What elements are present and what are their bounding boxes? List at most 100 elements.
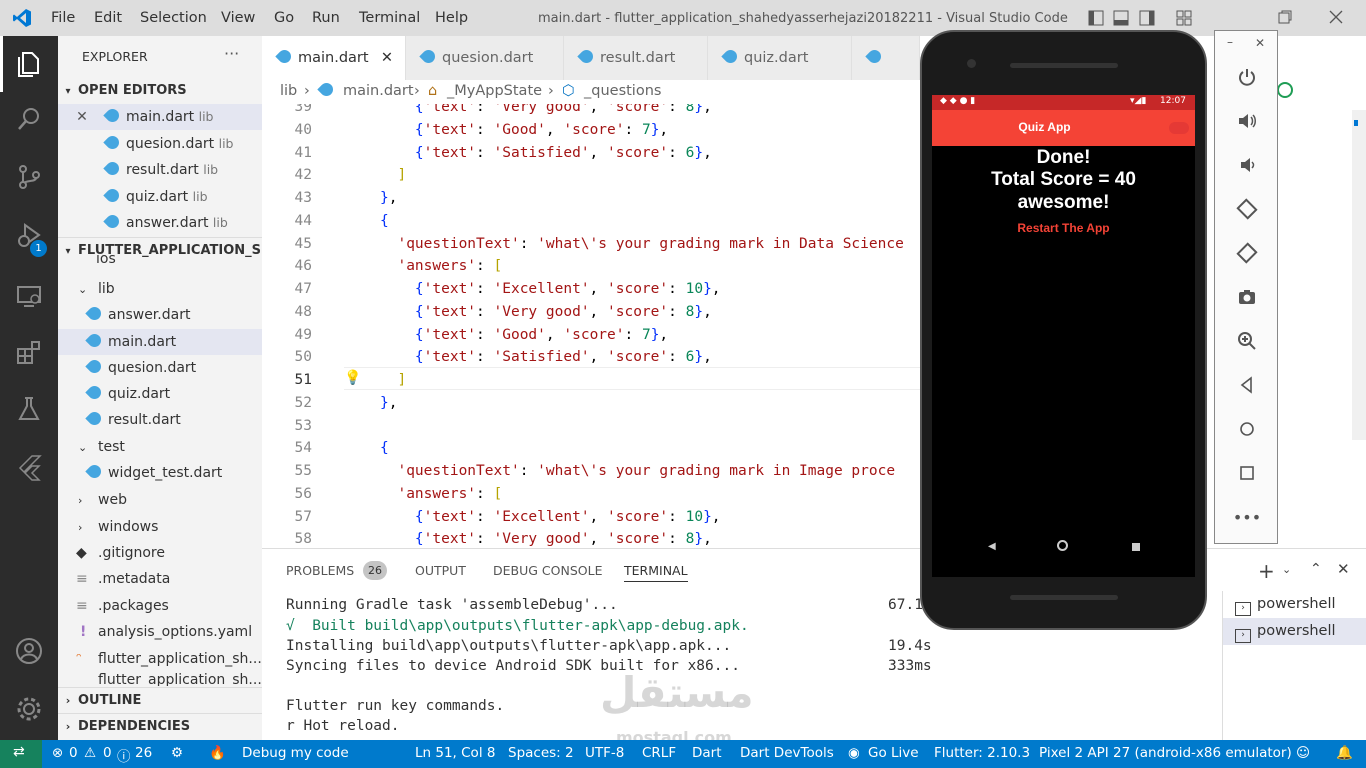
tree-file[interactable]: widget_test.dart xyxy=(58,460,262,486)
tab-result-dart[interactable]: result.dart xyxy=(564,36,708,80)
tree-folder-ios[interactable]: ios xyxy=(58,255,262,269)
tree-folder-windows[interactable]: › windows xyxy=(58,514,262,540)
rotate-left-icon[interactable] xyxy=(1215,195,1279,223)
new-terminal-icon[interactable]: + xyxy=(1258,559,1275,583)
nav-back-icon[interactable]: ◀ xyxy=(988,541,996,552)
more-actions-icon[interactable]: ··· xyxy=(224,44,239,63)
remote-indicator[interactable]: ⇄ xyxy=(0,740,42,768)
open-editors-header[interactable]: ▾ OPEN EDITORS xyxy=(58,78,262,104)
feedback-icon[interactable]: ☺ xyxy=(1296,745,1310,761)
tree-folder-test[interactable]: ⌄ test xyxy=(58,434,262,460)
menu-selection[interactable]: Selection xyxy=(140,10,207,26)
volume-down-icon[interactable] xyxy=(1215,151,1279,179)
flutter-version[interactable]: Flutter: 2.10.3 xyxy=(934,745,1030,761)
testing-icon[interactable] xyxy=(14,394,44,424)
tree-file[interactable]: ≡ .metadata xyxy=(58,566,262,592)
tree-file-selected[interactable]: main.dart xyxy=(58,329,262,355)
close-window-icon[interactable] xyxy=(1328,9,1344,29)
tab-quiz-dart[interactable]: quiz.dart xyxy=(708,36,852,80)
tab-terminal[interactable]: TERMINAL xyxy=(624,563,688,582)
tree-file[interactable]: ≡ .packages xyxy=(58,593,262,619)
nav-overview-icon[interactable] xyxy=(1132,543,1140,551)
tree-file[interactable]: ᵔ flutter_application_sh... xyxy=(58,646,262,672)
tree-file[interactable]: ◆ .gitignore xyxy=(58,540,262,566)
back-icon[interactable] xyxy=(1215,371,1279,399)
notifications-bell-icon[interactable]: 🔔 xyxy=(1336,745,1353,761)
tab-quesion-dart[interactable]: quesion.dart xyxy=(406,36,564,80)
open-editor-item[interactable]: quiz.dart lib xyxy=(58,184,262,210)
menu-edit[interactable]: Edit xyxy=(94,10,122,26)
accounts-icon[interactable] xyxy=(14,636,44,666)
tree-file[interactable]: ! analysis_options.yaml xyxy=(58,619,262,645)
volume-up-icon[interactable] xyxy=(1215,107,1279,135)
tab-debug-console[interactable]: DEBUG CONSOLE xyxy=(493,563,602,578)
outline-header[interactable]: › OUTLINE xyxy=(58,687,262,713)
line-endings[interactable]: CRLF xyxy=(642,745,676,761)
rotate-right-icon[interactable] xyxy=(1215,239,1279,267)
close-tab-icon[interactable]: ✕ xyxy=(381,36,393,80)
errors-icon[interactable]: ⊗ xyxy=(52,745,63,761)
language-mode[interactable]: Dart xyxy=(692,745,722,761)
breadcrumb-file[interactable]: main.dart xyxy=(343,80,414,102)
open-editor-item[interactable]: answer.dart lib xyxy=(58,210,262,236)
tree-file[interactable]: result.dart xyxy=(58,407,262,433)
tab-output[interactable]: OUTPUT xyxy=(415,563,466,578)
layout-icon[interactable] xyxy=(1176,10,1192,30)
source-control-icon[interactable] xyxy=(14,162,44,192)
warnings-icon[interactable]: ⚠ xyxy=(84,745,96,761)
toggle-secondary-sidebar-icon[interactable] xyxy=(1139,10,1155,30)
nav-home-icon[interactable] xyxy=(1057,540,1068,551)
debug-icon[interactable]: ⚙ xyxy=(171,745,183,761)
zoom-icon[interactable] xyxy=(1215,327,1279,355)
encoding[interactable]: UTF-8 xyxy=(585,745,624,761)
extensions-icon[interactable] xyxy=(14,338,44,368)
code-editor[interactable]: 💡 39 {'text': 'Very good', 'score': 8}, 4… xyxy=(262,104,920,548)
minimap[interactable] xyxy=(1352,110,1366,440)
tree-folder-web[interactable]: › web xyxy=(58,487,262,513)
info-icon[interactable]: ⓘ xyxy=(117,745,131,765)
minimize-emulator-icon[interactable]: – xyxy=(1227,35,1233,49)
breadcrumb-class[interactable]: _MyAppState xyxy=(447,80,542,102)
explorer-icon[interactable] xyxy=(14,48,44,78)
tab-main-dart[interactable]: main.dart ✕ xyxy=(262,36,406,80)
more-options-icon[interactable]: ••• xyxy=(1215,503,1279,531)
restart-app-button[interactable]: Restart The App xyxy=(932,221,1195,235)
terminal-list-item[interactable]: › powershell xyxy=(1223,591,1366,618)
tree-file[interactable]: flutter_application_sh... xyxy=(58,672,262,686)
tab-problems[interactable]: PROBLEMS xyxy=(286,563,354,578)
menu-view[interactable]: View xyxy=(221,10,255,26)
chevron-down-icon[interactable]: ⌄ xyxy=(1282,563,1291,576)
menu-file[interactable]: File xyxy=(51,10,75,26)
tree-file[interactable]: quiz.dart xyxy=(58,381,262,407)
dart-devtools[interactable]: Dart DevTools xyxy=(740,745,834,761)
terminal-list-item-active[interactable]: › powershell xyxy=(1223,618,1366,645)
go-live[interactable]: Go Live xyxy=(868,745,919,761)
remote-explorer-icon[interactable] xyxy=(14,281,44,311)
tab-answer-dart[interactable]: answ xyxy=(852,36,920,110)
restore-window-icon[interactable] xyxy=(1277,9,1293,29)
breadcrumb-lib[interactable]: lib xyxy=(280,80,297,102)
indentation[interactable]: Spaces: 2 xyxy=(508,745,574,761)
cursor-position[interactable]: Ln 51, Col 8 xyxy=(415,745,495,761)
open-editor-item[interactable]: ✕ main.dart lib xyxy=(58,104,262,130)
close-emulator-icon[interactable]: ✕ xyxy=(1255,36,1265,50)
tree-file[interactable]: quesion.dart xyxy=(58,355,262,381)
maximize-panel-icon[interactable]: ⌃ xyxy=(1310,561,1322,577)
menu-terminal[interactable]: Terminal xyxy=(359,10,420,26)
tree-file[interactable]: answer.dart xyxy=(58,302,262,328)
search-icon[interactable] xyxy=(14,104,44,134)
home-icon[interactable] xyxy=(1215,415,1279,443)
menu-help[interactable]: Help xyxy=(435,10,468,26)
flutter-icon[interactable] xyxy=(14,452,44,482)
close-panel-icon[interactable]: ✕ xyxy=(1337,560,1350,578)
debug-config[interactable]: Debug my code xyxy=(242,745,349,761)
settings-gear-icon[interactable] xyxy=(14,694,44,724)
menu-go[interactable]: Go xyxy=(274,10,294,26)
open-editor-item[interactable]: result.dart lib xyxy=(58,157,262,183)
breadcrumb-field[interactable]: _questions xyxy=(584,80,661,102)
camera-icon[interactable] xyxy=(1215,283,1279,311)
overview-icon[interactable] xyxy=(1215,459,1279,487)
emulator-screen[interactable]: ◆ ◆ ● ▮ ▾◢▮ 12:07 Quiz App Done! Total S… xyxy=(932,95,1195,577)
dependencies-header[interactable]: › DEPENDENCIES xyxy=(58,713,262,739)
tree-folder-lib[interactable]: ⌄ lib xyxy=(58,276,262,302)
